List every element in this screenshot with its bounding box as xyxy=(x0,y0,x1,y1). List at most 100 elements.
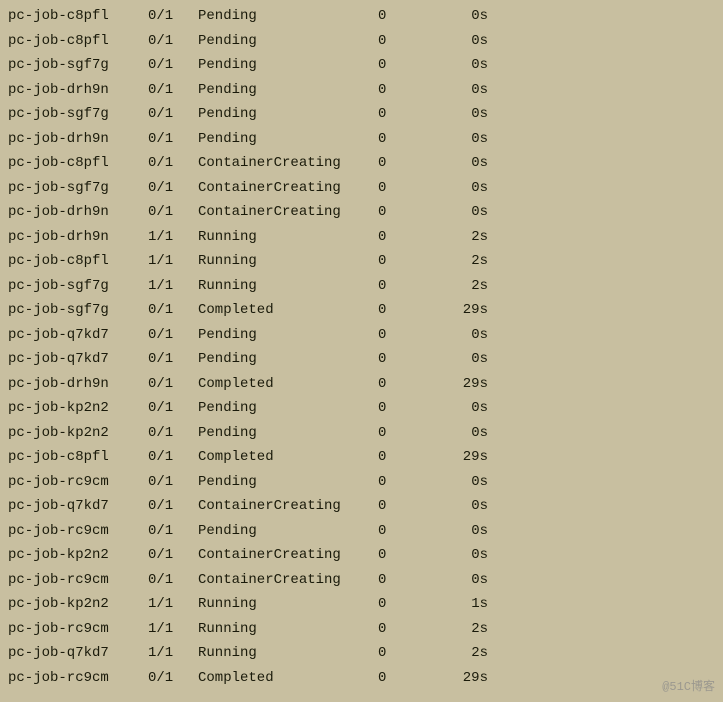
pod-age: 29s xyxy=(428,372,488,397)
pod-ready: 0/1 xyxy=(148,396,198,421)
table-row: pc-job-rc9cm 0/1 ContainerCreating 0 0s xyxy=(8,568,715,593)
pod-age: 2s xyxy=(428,617,488,642)
pod-status: Completed xyxy=(198,298,378,323)
table-row: pc-job-rc9cm 0/1 Pending 0 0s xyxy=(8,519,715,544)
pod-status: Pending xyxy=(198,421,378,446)
pod-ready: 0/1 xyxy=(148,78,198,103)
table-row: pc-job-rc9cm 1/1 Running 0 2s xyxy=(8,617,715,642)
pod-age: 0s xyxy=(428,102,488,127)
table-row: pc-job-sgf7g 0/1 Completed 0 29s xyxy=(8,298,715,323)
table-row: pc-job-sgf7g 0/1 Pending 0 0s xyxy=(8,53,715,78)
pod-name: pc-job-c8pfl xyxy=(8,151,148,176)
pod-ready: 1/1 xyxy=(148,274,198,299)
pod-name: pc-job-rc9cm xyxy=(8,568,148,593)
pod-status: ContainerCreating xyxy=(198,151,378,176)
pod-status: Completed xyxy=(198,445,378,470)
table-row: pc-job-rc9cm 0/1 Completed 0 29s xyxy=(8,666,715,691)
pod-ready: 0/1 xyxy=(148,494,198,519)
table-row: pc-job-kp2n2 0/1 Pending 0 0s xyxy=(8,421,715,446)
pod-ready: 0/1 xyxy=(148,323,198,348)
pod-restarts: 0 xyxy=(378,470,428,495)
pod-status: Pending xyxy=(198,29,378,54)
pod-status: ContainerCreating xyxy=(198,543,378,568)
pod-status: Pending xyxy=(198,102,378,127)
pod-ready: 0/1 xyxy=(148,519,198,544)
pod-restarts: 0 xyxy=(378,4,428,29)
pod-age: 2s xyxy=(428,249,488,274)
table-row: pc-job-c8pfl 0/1 Pending 0 0s xyxy=(8,29,715,54)
pod-restarts: 0 xyxy=(378,200,428,225)
pod-ready: 1/1 xyxy=(148,617,198,642)
table-row: pc-job-c8pfl 0/1 ContainerCreating 0 0s xyxy=(8,151,715,176)
pod-status: Running xyxy=(198,641,378,666)
pod-ready: 0/1 xyxy=(148,347,198,372)
pod-name: pc-job-c8pfl xyxy=(8,29,148,54)
pod-restarts: 0 xyxy=(378,543,428,568)
pod-status: Pending xyxy=(198,347,378,372)
pod-status: ContainerCreating xyxy=(198,568,378,593)
pod-ready: 0/1 xyxy=(148,102,198,127)
pod-restarts: 0 xyxy=(378,421,428,446)
pod-restarts: 0 xyxy=(378,102,428,127)
pod-age: 0s xyxy=(428,494,488,519)
pod-name: pc-job-rc9cm xyxy=(8,519,148,544)
pod-status: Pending xyxy=(198,127,378,152)
pod-age: 0s xyxy=(428,470,488,495)
pod-restarts: 0 xyxy=(378,568,428,593)
pod-age: 0s xyxy=(428,543,488,568)
table-row: pc-job-kp2n2 1/1 Running 0 1s xyxy=(8,592,715,617)
pod-name: pc-job-c8pfl xyxy=(8,4,148,29)
pod-restarts: 0 xyxy=(378,53,428,78)
pod-status: Running xyxy=(198,617,378,642)
pod-name: pc-job-c8pfl xyxy=(8,249,148,274)
table-row: pc-job-drh9n 0/1 Pending 0 0s xyxy=(8,78,715,103)
pod-name: pc-job-sgf7g xyxy=(8,274,148,299)
pod-age: 0s xyxy=(428,421,488,446)
pod-age: 0s xyxy=(428,396,488,421)
pod-restarts: 0 xyxy=(378,274,428,299)
pod-status: ContainerCreating xyxy=(198,200,378,225)
pod-restarts: 0 xyxy=(378,249,428,274)
pod-age: 0s xyxy=(428,176,488,201)
pod-status: Running xyxy=(198,274,378,299)
pod-age: 0s xyxy=(428,519,488,544)
pod-ready: 0/1 xyxy=(148,445,198,470)
pod-restarts: 0 xyxy=(378,151,428,176)
pod-status: Pending xyxy=(198,4,378,29)
pod-age: 0s xyxy=(428,29,488,54)
pod-status: ContainerCreating xyxy=(198,176,378,201)
pod-ready: 1/1 xyxy=(148,592,198,617)
pod-restarts: 0 xyxy=(378,225,428,250)
pod-age: 2s xyxy=(428,641,488,666)
pod-name: pc-job-q7kd7 xyxy=(8,323,148,348)
pod-age: 29s xyxy=(428,666,488,691)
table-row: pc-job-rc9cm 0/1 Pending 0 0s xyxy=(8,470,715,495)
pod-name: pc-job-drh9n xyxy=(8,200,148,225)
pod-name: pc-job-q7kd7 xyxy=(8,347,148,372)
pod-name: pc-job-drh9n xyxy=(8,372,148,397)
pod-age: 0s xyxy=(428,323,488,348)
table-row: pc-job-drh9n 0/1 ContainerCreating 0 0s xyxy=(8,200,715,225)
pod-ready: 0/1 xyxy=(148,568,198,593)
pod-restarts: 0 xyxy=(378,347,428,372)
pod-name: pc-job-q7kd7 xyxy=(8,494,148,519)
table-row: pc-job-q7kd7 0/1 Pending 0 0s xyxy=(8,347,715,372)
pod-name: pc-job-sgf7g xyxy=(8,298,148,323)
pod-ready: 1/1 xyxy=(148,249,198,274)
pod-age: 0s xyxy=(428,200,488,225)
table-row: pc-job-c8pfl 0/1 Pending 0 0s xyxy=(8,4,715,29)
pod-ready: 0/1 xyxy=(148,372,198,397)
table-row: pc-job-sgf7g 0/1 ContainerCreating 0 0s xyxy=(8,176,715,201)
pod-name: pc-job-sgf7g xyxy=(8,102,148,127)
pod-restarts: 0 xyxy=(378,176,428,201)
table-row: pc-job-q7kd7 0/1 Pending 0 0s xyxy=(8,323,715,348)
pod-restarts: 0 xyxy=(378,617,428,642)
pod-restarts: 0 xyxy=(378,29,428,54)
pod-restarts: 0 xyxy=(378,78,428,103)
pod-status: Running xyxy=(198,249,378,274)
table-row: pc-job-drh9n 0/1 Pending 0 0s xyxy=(8,127,715,152)
pod-name: pc-job-drh9n xyxy=(8,127,148,152)
table-row: pc-job-kp2n2 0/1 ContainerCreating 0 0s xyxy=(8,543,715,568)
terminal-output: pc-job-c8pfl 0/1 Pending 0 0s pc-job-c8p… xyxy=(0,0,723,702)
pod-status: Pending xyxy=(198,470,378,495)
